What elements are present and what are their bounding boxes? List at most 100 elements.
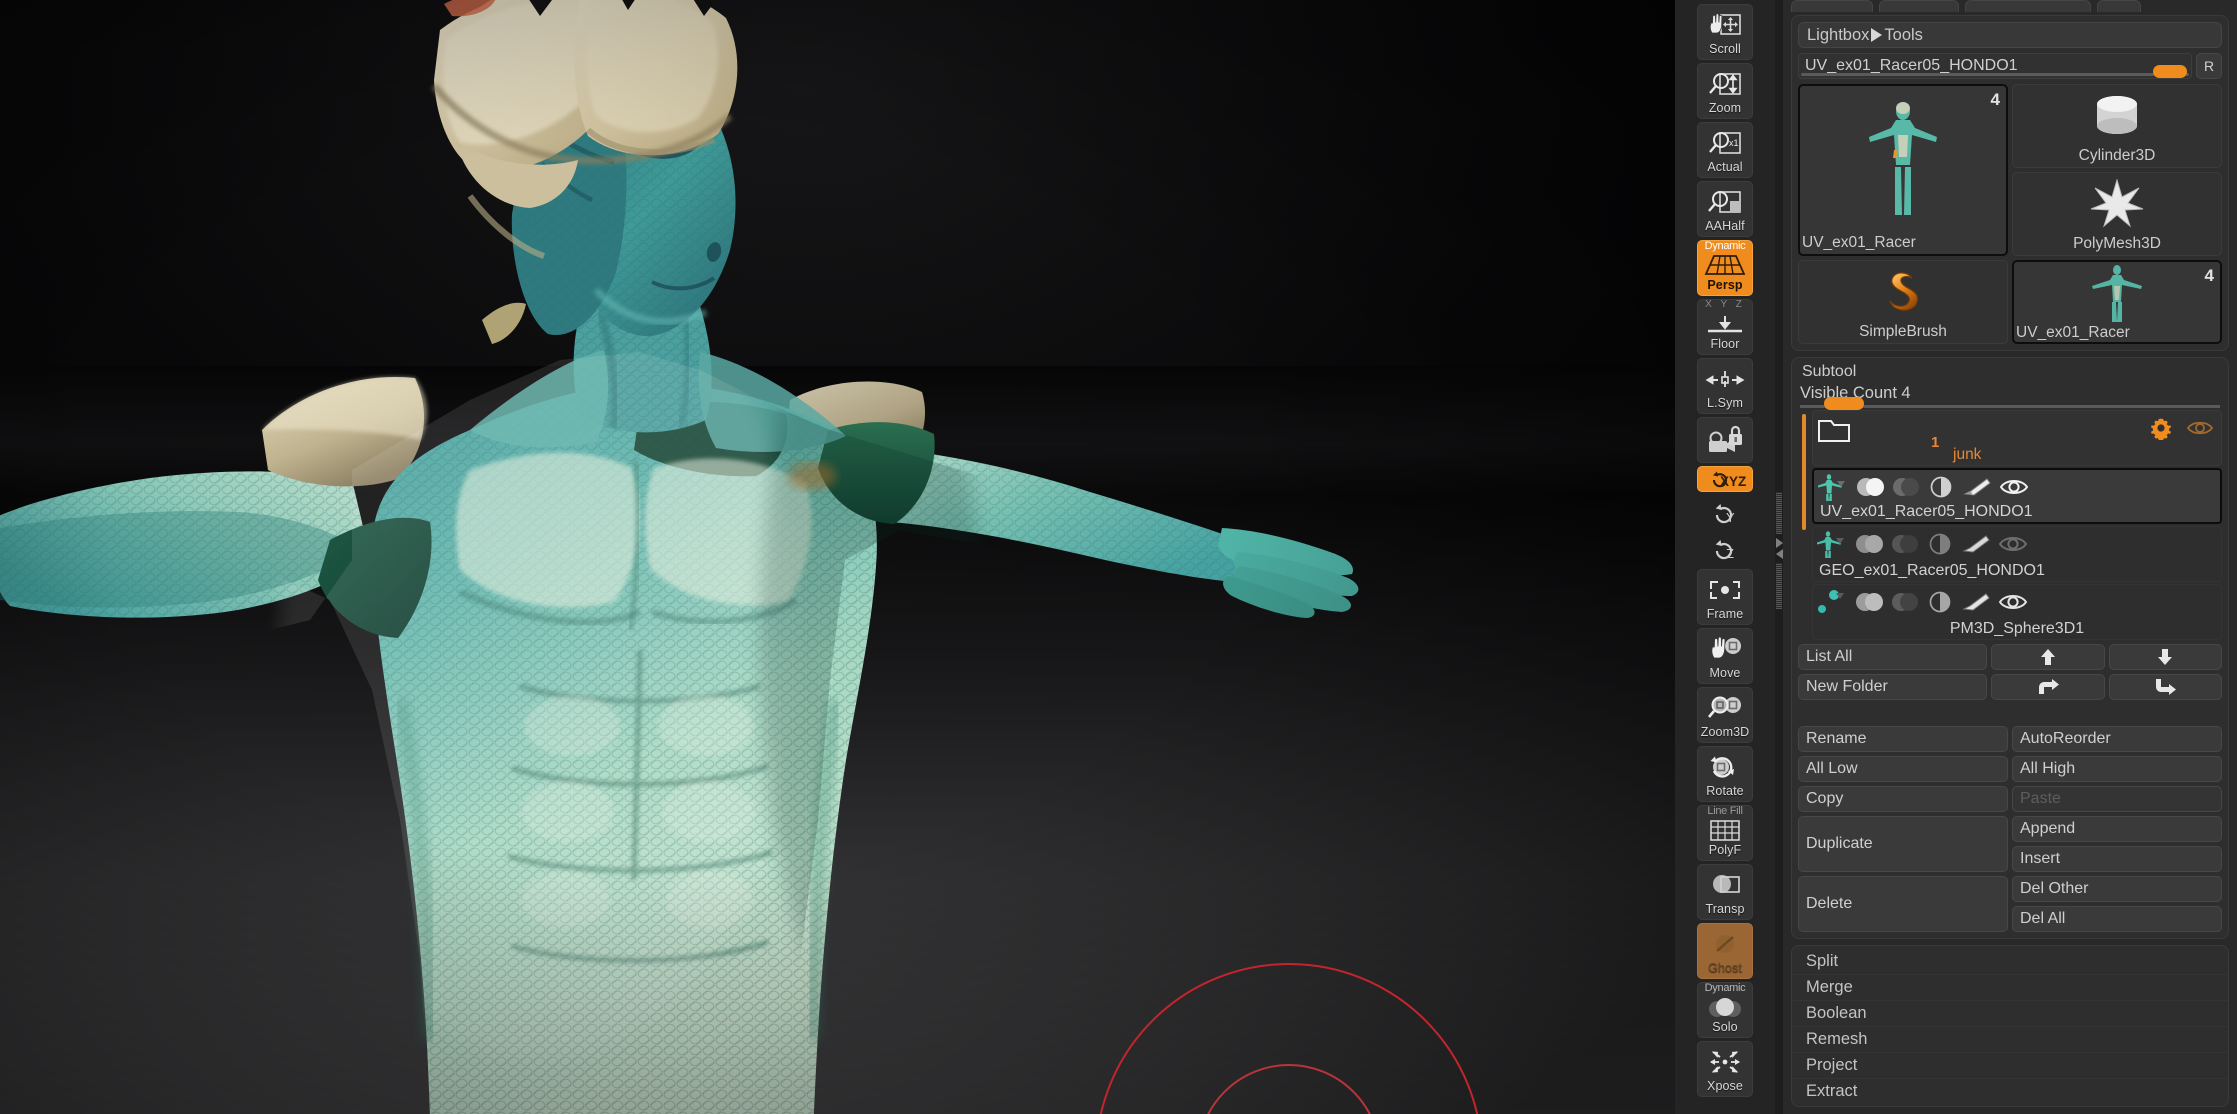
toolbar-button-frame[interactable]: Frame	[1697, 569, 1753, 625]
shadow-icon[interactable]	[1891, 533, 1919, 555]
tool-name-field[interactable]: UV_ex01_Racer05_HONDO1	[1798, 53, 2192, 79]
brush-icon[interactable]	[1961, 591, 1991, 613]
toolbar-button-floor[interactable]: X Y Z Floor	[1697, 299, 1753, 355]
svg-text:x1: x1	[1729, 138, 1739, 148]
sculpted-character-model[interactable]	[0, 0, 1675, 1114]
toolbar-button-solo[interactable]: Dynamic Solo	[1697, 982, 1753, 1038]
toolbar-button-zoom3d[interactable]: Zoom3D	[1697, 687, 1753, 743]
all-high-button[interactable]: All High	[2012, 756, 2222, 782]
toolbar-button-rotate-y[interactable]: Y	[1697, 495, 1753, 531]
palette-tab-stub[interactable]	[2097, 0, 2141, 12]
breadcrumb-root[interactable]: Lightbox	[1807, 26, 1869, 45]
palette-tab-stub[interactable]	[1879, 0, 1959, 12]
copy-button[interactable]: Copy	[1798, 786, 2008, 812]
breadcrumb[interactable]: Lightbox Tools	[1798, 22, 2222, 48]
subtool-row[interactable]: UV_ex01_Racer05_HONDO1	[1812, 468, 2222, 524]
mesh-thumbnail	[1818, 473, 1848, 501]
palette-tab-stubs[interactable]	[1791, 0, 2229, 12]
delete-button[interactable]: Delete	[1798, 876, 2008, 932]
move-up-button[interactable]	[1991, 644, 2105, 670]
subtool-name: PM3D_Sphere3D1	[1949, 620, 2085, 637]
toolbar-label: PolyF	[1708, 842, 1742, 857]
visible-count-slider[interactable]: Visible Count 4	[1798, 384, 2222, 410]
tool-cell-cylinder3d[interactable]: Cylinder3D	[2012, 84, 2222, 168]
toolbar-button-ghost[interactable]: Ghost	[1697, 923, 1753, 979]
operation-split[interactable]: Split	[1792, 948, 2228, 974]
append-button[interactable]: Append	[2012, 816, 2222, 842]
polypaint-icon[interactable]	[1854, 591, 1884, 613]
toolbar-button-persp[interactable]: Dynamic Persp	[1697, 240, 1753, 296]
eye-icon[interactable]	[1998, 533, 2028, 555]
simplebrush-s-icon	[1799, 261, 2007, 323]
move-down-button[interactable]	[2108, 644, 2222, 670]
brush-icon[interactable]	[1961, 533, 1991, 555]
tool-cell-uv-racer-main[interactable]: 4 UV_ex01_Racer	[1798, 84, 2008, 256]
subtool-row[interactable]: GEO_ex01_Racer05_HONDO1	[1812, 526, 2222, 582]
tool-cell-uv-racer-alt[interactable]: 4 UV_ex01_Racer	[2012, 260, 2222, 344]
slider-knob[interactable]	[2153, 65, 2187, 78]
eye-icon[interactable]	[1998, 591, 2028, 613]
list-all-button[interactable]: List All	[1798, 644, 1988, 670]
toolbar-button-aahalf[interactable]: AAHalf	[1697, 181, 1753, 237]
toolbar-button-xpose[interactable]: Xpose	[1697, 1041, 1753, 1097]
breadcrumb-leaf[interactable]: Tools	[1884, 26, 1923, 45]
polypaint-icon[interactable]	[1854, 533, 1884, 555]
toolbar-button-rotate-xyz[interactable]: XYZ	[1697, 466, 1753, 492]
half-circle-icon[interactable]	[1927, 476, 1955, 498]
tool-cell-simplebrush[interactable]: SimpleBrush	[1798, 260, 2008, 344]
del-all-button[interactable]: Del All	[2012, 906, 2222, 932]
toolbar-label: Transp	[1705, 901, 1745, 916]
toolbar-button-scroll[interactable]: Scroll	[1697, 4, 1753, 60]
eye-icon[interactable]	[1999, 476, 2029, 498]
toolbar-button-rotate-z[interactable]: Z	[1697, 531, 1753, 567]
palette-tab-stub[interactable]	[1965, 0, 2091, 12]
slider-knob[interactable]	[1824, 397, 1864, 410]
auto-reorder-button[interactable]: AutoReorder	[2012, 726, 2222, 752]
subtool-actions-row-1: Rename AutoReorder	[1798, 726, 2222, 752]
duplicate-button[interactable]: Duplicate	[1798, 816, 2008, 872]
operation-extract[interactable]: Extract	[1792, 1078, 2228, 1104]
operation-project[interactable]: Project	[1792, 1052, 2228, 1078]
insert-button[interactable]: Insert	[2012, 846, 2222, 872]
toolbar-label: Move	[1709, 665, 1741, 680]
eye-icon[interactable]	[2187, 419, 2213, 437]
del-other-button[interactable]: Del Other	[2012, 876, 2222, 902]
toolbar-button-polyframe[interactable]: Line Fill PolyF	[1697, 805, 1753, 861]
half-circle-icon[interactable]	[1926, 533, 1954, 555]
operation-remesh[interactable]: Remesh	[1792, 1026, 2228, 1052]
half-circle-icon[interactable]	[1926, 591, 1954, 613]
shadow-icon[interactable]	[1892, 476, 1920, 498]
splitter-arrows[interactable]	[1775, 532, 1783, 564]
palette-tab-stub[interactable]	[1791, 0, 1873, 12]
rename-button[interactable]: Rename	[1798, 726, 2008, 752]
operation-boolean[interactable]: Boolean	[1792, 1000, 2228, 1026]
subtool-title: Subtool	[1802, 363, 1857, 380]
toolbar-button-move[interactable]: Move	[1697, 628, 1753, 684]
all-low-button[interactable]: All Low	[1798, 756, 2008, 782]
tool-cell-polymesh3d[interactable]: PolyMesh3D	[2012, 172, 2222, 256]
subtool-row[interactable]: PM3D_Sphere3D1	[1812, 584, 2222, 640]
shadow-icon[interactable]	[1891, 591, 1919, 613]
paste-button[interactable]: Paste	[2012, 786, 2222, 812]
polypaint-icon[interactable]	[1855, 476, 1885, 498]
toolbar-button-camera-lock[interactable]	[1697, 417, 1753, 463]
folder-icon[interactable]	[1817, 416, 1851, 444]
xpose-icon	[1698, 1046, 1752, 1080]
toolbar-button-rotate[interactable]: Rotate	[1697, 746, 1753, 802]
tool-reset-button[interactable]: R	[2196, 53, 2222, 79]
toolbar-button-zoom[interactable]: Zoom	[1697, 63, 1753, 119]
viewport-canvas[interactable]	[0, 0, 1675, 1114]
panel-splitter[interactable]	[1775, 0, 1783, 1114]
subtool-actions-row-2: All Low All High	[1798, 756, 2222, 782]
brush-icon[interactable]	[1962, 476, 1992, 498]
toolbar-button-actual[interactable]: x1 Actual	[1697, 122, 1753, 178]
new-folder-button[interactable]: New Folder	[1798, 674, 1988, 700]
subtool-folder-indicator	[1802, 414, 1806, 530]
operation-merge[interactable]: Merge	[1792, 974, 2228, 1000]
toolbar-button-local-symmetry[interactable]: L.Sym	[1697, 358, 1753, 414]
toolbar-button-transparency[interactable]: Transp	[1697, 864, 1753, 920]
move-in-button[interactable]	[2108, 674, 2222, 700]
subtool-folder-row[interactable]: 1 junk	[1812, 410, 2222, 466]
move-out-button[interactable]	[1991, 674, 2105, 700]
gear-icon[interactable]	[2149, 416, 2173, 440]
